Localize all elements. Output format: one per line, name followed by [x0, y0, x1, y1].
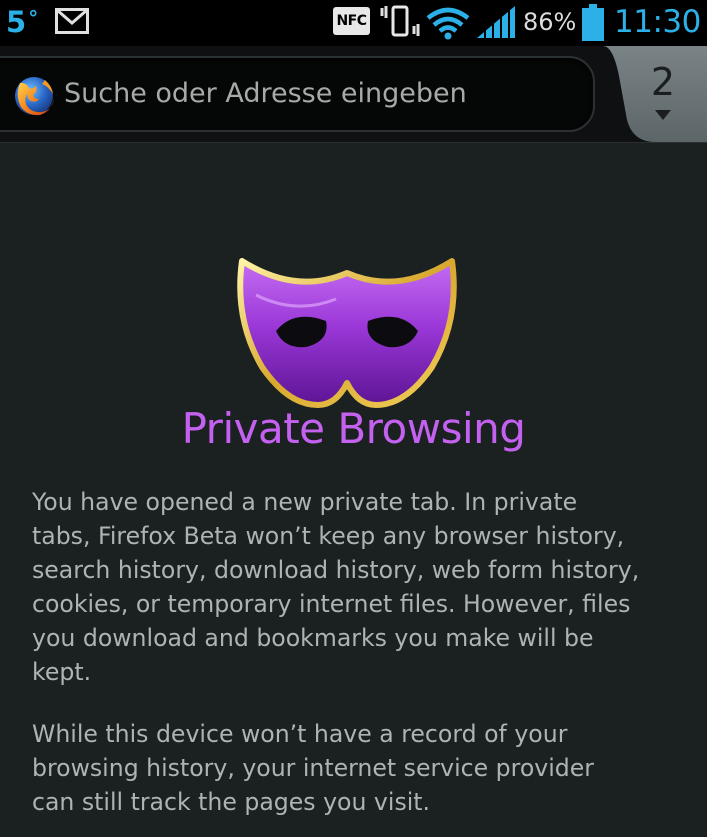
- degree-symbol: °: [28, 6, 39, 30]
- browser-toolbar: Suche oder Adresse eingeben 2: [0, 46, 707, 143]
- tab-count: 2: [650, 60, 676, 104]
- status-bar: 5 ° NFC 86% 11:30: [0, 0, 707, 46]
- clock: 11:30: [614, 4, 701, 40]
- private-browsing-note: While this device won’t have a record of…: [32, 720, 594, 816]
- url-bar[interactable]: Suche oder Adresse eingeben: [0, 56, 595, 132]
- wifi-icon: [426, 7, 470, 40]
- nfc-icon: NFC: [333, 7, 370, 35]
- battery-percent: 86%: [523, 8, 577, 36]
- temperature-value: 5: [6, 5, 27, 39]
- tabs-button[interactable]: 2: [603, 46, 707, 142]
- firefox-icon: [15, 77, 54, 116]
- private-browsing-page: Private Browsing You have opened a new p…: [0, 143, 707, 837]
- chevron-down-icon: [655, 110, 671, 120]
- battery-icon: [582, 4, 604, 41]
- signal-icon: [477, 6, 515, 38]
- gmail-icon: [55, 8, 89, 34]
- vibrate-icon: [380, 5, 420, 37]
- purple-mask-icon: [237, 258, 457, 408]
- page-title: Private Browsing: [181, 404, 526, 453]
- weather-temperature: 5 °: [6, 4, 38, 40]
- private-browsing-description: You have opened a new private tab. In pr…: [32, 488, 640, 686]
- url-placeholder: Suche oder Adresse eingeben: [64, 78, 467, 109]
